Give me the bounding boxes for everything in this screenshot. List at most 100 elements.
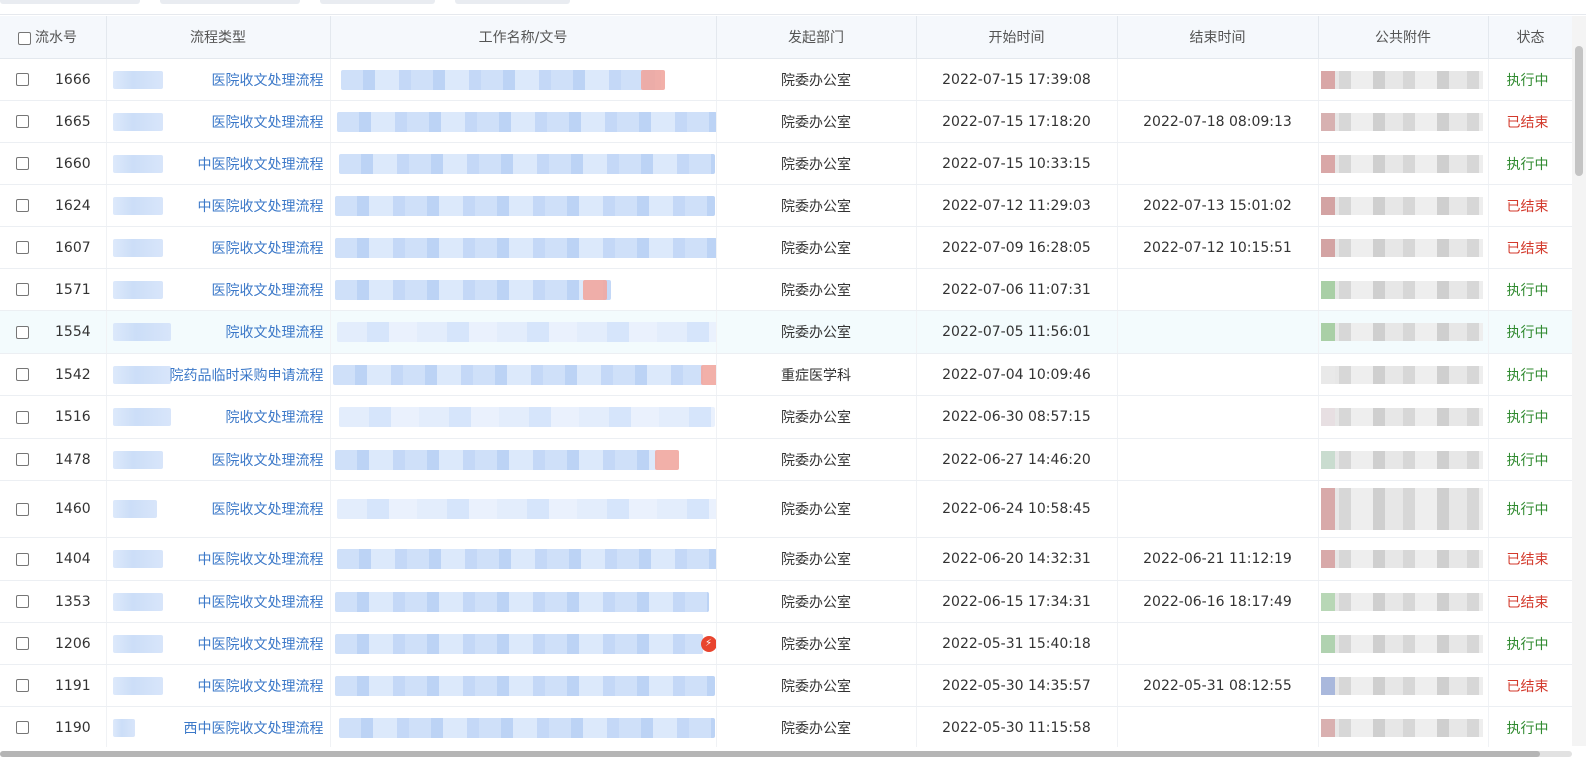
work-name-cell[interactable] [330, 100, 717, 143]
column-header-attachments[interactable]: 公共附件 [1318, 16, 1489, 59]
column-header-flow-type[interactable]: 流程类型 [106, 16, 331, 59]
flow-type-link[interactable]: 中医院收文处理流程 [198, 637, 324, 653]
table-row[interactable]: 1666 医院收文处理流程 院委办公室 2022-07-15 17:39:08 执行中 [0, 58, 1586, 101]
row-checkbox[interactable] [16, 410, 29, 424]
flow-type-link[interactable]: 医院收文处理流程 [212, 73, 324, 89]
table-row[interactable]: 1542 院药品临时采购申请流程 重症医学科 2022-07-04 10:09:46 执… [0, 353, 1586, 396]
select-all-checkbox[interactable] [18, 31, 31, 45]
attachments-cell[interactable] [1318, 100, 1489, 143]
row-checkbox[interactable] [16, 241, 29, 254]
row-checkbox[interactable] [16, 453, 29, 466]
column-header-start-time[interactable]: 开始时间 [916, 16, 1118, 59]
row-checkbox[interactable] [16, 199, 29, 212]
row-checkbox[interactable] [16, 325, 29, 339]
table-row[interactable]: 1554 院收文处理流程 院委办公室 2022-07-05 11:56:01 执行中 [0, 310, 1586, 354]
table-row[interactable]: 1404 中医院收文处理流程 院委办公室 2022-06-20 14:32:31 202… [0, 537, 1586, 581]
attachments-cell[interactable] [1318, 438, 1489, 481]
flow-type-link[interactable]: 院收文处理流程 [226, 325, 324, 341]
work-name-cell[interactable] [330, 706, 717, 749]
column-header-end-time[interactable]: 结束时间 [1117, 16, 1319, 59]
work-name-cell[interactable] [330, 395, 717, 439]
flow-type-link[interactable]: 中医院收文处理流程 [198, 157, 324, 173]
row-checkbox[interactable] [16, 368, 29, 381]
work-name-cell[interactable] [330, 480, 717, 538]
flow-type-link[interactable]: 医院收文处理流程 [212, 453, 324, 469]
row-checkbox[interactable] [16, 595, 29, 608]
work-name-cell[interactable] [330, 268, 717, 311]
attachments-cell[interactable] [1318, 268, 1489, 311]
tab[interactable] [0, 0, 140, 4]
table-row[interactable]: 1353 中医院收文处理流程 院委办公室 2022-06-15 17:34:31 202… [0, 580, 1586, 623]
vertical-scrollbar[interactable] [1572, 16, 1586, 746]
table-row[interactable]: 1516 院收文处理流程 院委办公室 2022-06-30 08:57:15 执行中 [0, 395, 1586, 439]
work-name-cell[interactable] [330, 537, 717, 581]
table-row[interactable]: 1478 医院收文处理流程 院委办公室 2022-06-27 14:46:20 执行中 [0, 438, 1586, 481]
attachments-cell[interactable] [1318, 706, 1489, 749]
table-row[interactable]: 1665 医院收文处理流程 院委办公室 2022-07-15 17:18:20 2022… [0, 100, 1586, 143]
row-checkbox[interactable] [16, 552, 29, 566]
column-label: 公共附件 [1375, 30, 1431, 46]
row-checkbox[interactable] [16, 115, 29, 128]
work-name-cell[interactable] [330, 184, 717, 227]
work-name-cell[interactable] [330, 142, 717, 185]
work-name-cell[interactable]: ⚡ [330, 622, 717, 665]
flow-type-cell: 中医院收文处理流程 [106, 622, 331, 665]
flow-type-link[interactable]: 院收文处理流程 [226, 410, 324, 426]
column-header-department[interactable]: 发起部门 [716, 16, 917, 59]
table-row[interactable]: 1206 中医院收文处理流程 ⚡ 院委办公室 2022-05-31 15:40:18 执行… [0, 622, 1586, 665]
flow-type-link[interactable]: 院药品临时采购申请流程 [170, 368, 324, 384]
row-checkbox[interactable] [16, 679, 29, 692]
row-checkbox[interactable] [16, 637, 29, 650]
attachments-cell[interactable] [1318, 58, 1489, 101]
attachments-cell[interactable] [1318, 226, 1489, 269]
attachments-cell[interactable] [1318, 184, 1489, 227]
column-label: 发起部门 [788, 30, 844, 46]
work-name-cell[interactable] [330, 664, 717, 707]
column-header-serial[interactable]: 流水号 [0, 16, 107, 59]
flow-type-link[interactable]: 医院收文处理流程 [212, 241, 324, 257]
attachments-cell[interactable] [1318, 395, 1489, 439]
flow-type-link[interactable]: 中医院收文处理流程 [198, 199, 324, 215]
row-checkbox[interactable] [16, 502, 29, 516]
column-header-work-name[interactable]: 工作名称/文号 [330, 16, 717, 59]
flow-type-link[interactable]: 医院收文处理流程 [212, 283, 324, 299]
table-row[interactable]: 1607 医院收文处理流程 院委办公室 2022-07-09 16:28:05 2022… [0, 226, 1586, 269]
work-name-cell[interactable] [330, 310, 717, 354]
work-name-cell[interactable] [330, 580, 717, 623]
table-row[interactable]: 1660 中医院收文处理流程 院委办公室 2022-07-15 10:33:15 执行中 [0, 142, 1586, 185]
table-row[interactable]: 1571 医院收文处理流程 院委办公室 2022-07-06 11:07:31 执行中 [0, 268, 1586, 311]
attachments-cell[interactable] [1318, 580, 1489, 623]
row-checkbox[interactable] [16, 283, 29, 296]
flow-type-link[interactable]: 医院收文处理流程 [212, 502, 324, 518]
attachments-cell[interactable] [1318, 537, 1489, 581]
attachments-cell[interactable] [1318, 142, 1489, 185]
table-row[interactable]: 1460 医院收文处理流程 院委办公室 2022-06-24 10:58:45 执行中 [0, 480, 1586, 538]
tab[interactable] [160, 0, 300, 4]
attachments-cell[interactable] [1318, 310, 1489, 354]
work-name-cell[interactable] [330, 353, 717, 396]
work-name-cell[interactable] [330, 226, 717, 269]
flow-type-link[interactable]: 医院收文处理流程 [212, 115, 324, 131]
attachments-cell[interactable] [1318, 664, 1489, 707]
scrollbar-thumb[interactable] [0, 751, 1540, 757]
flow-type-link[interactable]: 西中医院收文处理流程 [184, 721, 324, 737]
attachments-cell[interactable] [1318, 353, 1489, 396]
flow-type-link[interactable]: 中医院收文处理流程 [198, 679, 324, 695]
table-row[interactable]: 1624 中医院收文处理流程 院委办公室 2022-07-12 11:29:03 202… [0, 184, 1586, 227]
horizontal-scrollbar[interactable] [0, 747, 1586, 761]
table-row[interactable]: 1191 中医院收文处理流程 院委办公室 2022-05-30 14:35:57 202… [0, 664, 1586, 707]
work-name-cell[interactable] [330, 438, 717, 481]
row-checkbox[interactable] [16, 73, 29, 86]
attachments-cell[interactable] [1318, 622, 1489, 665]
tab[interactable] [455, 0, 570, 4]
row-checkbox[interactable] [16, 721, 29, 734]
scrollbar-thumb[interactable] [1575, 46, 1583, 176]
attachments-cell[interactable] [1318, 480, 1489, 538]
tab[interactable] [320, 0, 435, 4]
table-row[interactable]: 1190 西中医院收文处理流程 院委办公室 2022-05-30 11:15:58 执行… [0, 706, 1586, 749]
work-name-cell[interactable] [330, 58, 717, 101]
flow-type-link[interactable]: 中医院收文处理流程 [198, 552, 324, 568]
flow-type-cell: 医院收文处理流程 [106, 480, 331, 538]
row-checkbox[interactable] [16, 157, 29, 170]
flow-type-link[interactable]: 中医院收文处理流程 [198, 595, 324, 611]
